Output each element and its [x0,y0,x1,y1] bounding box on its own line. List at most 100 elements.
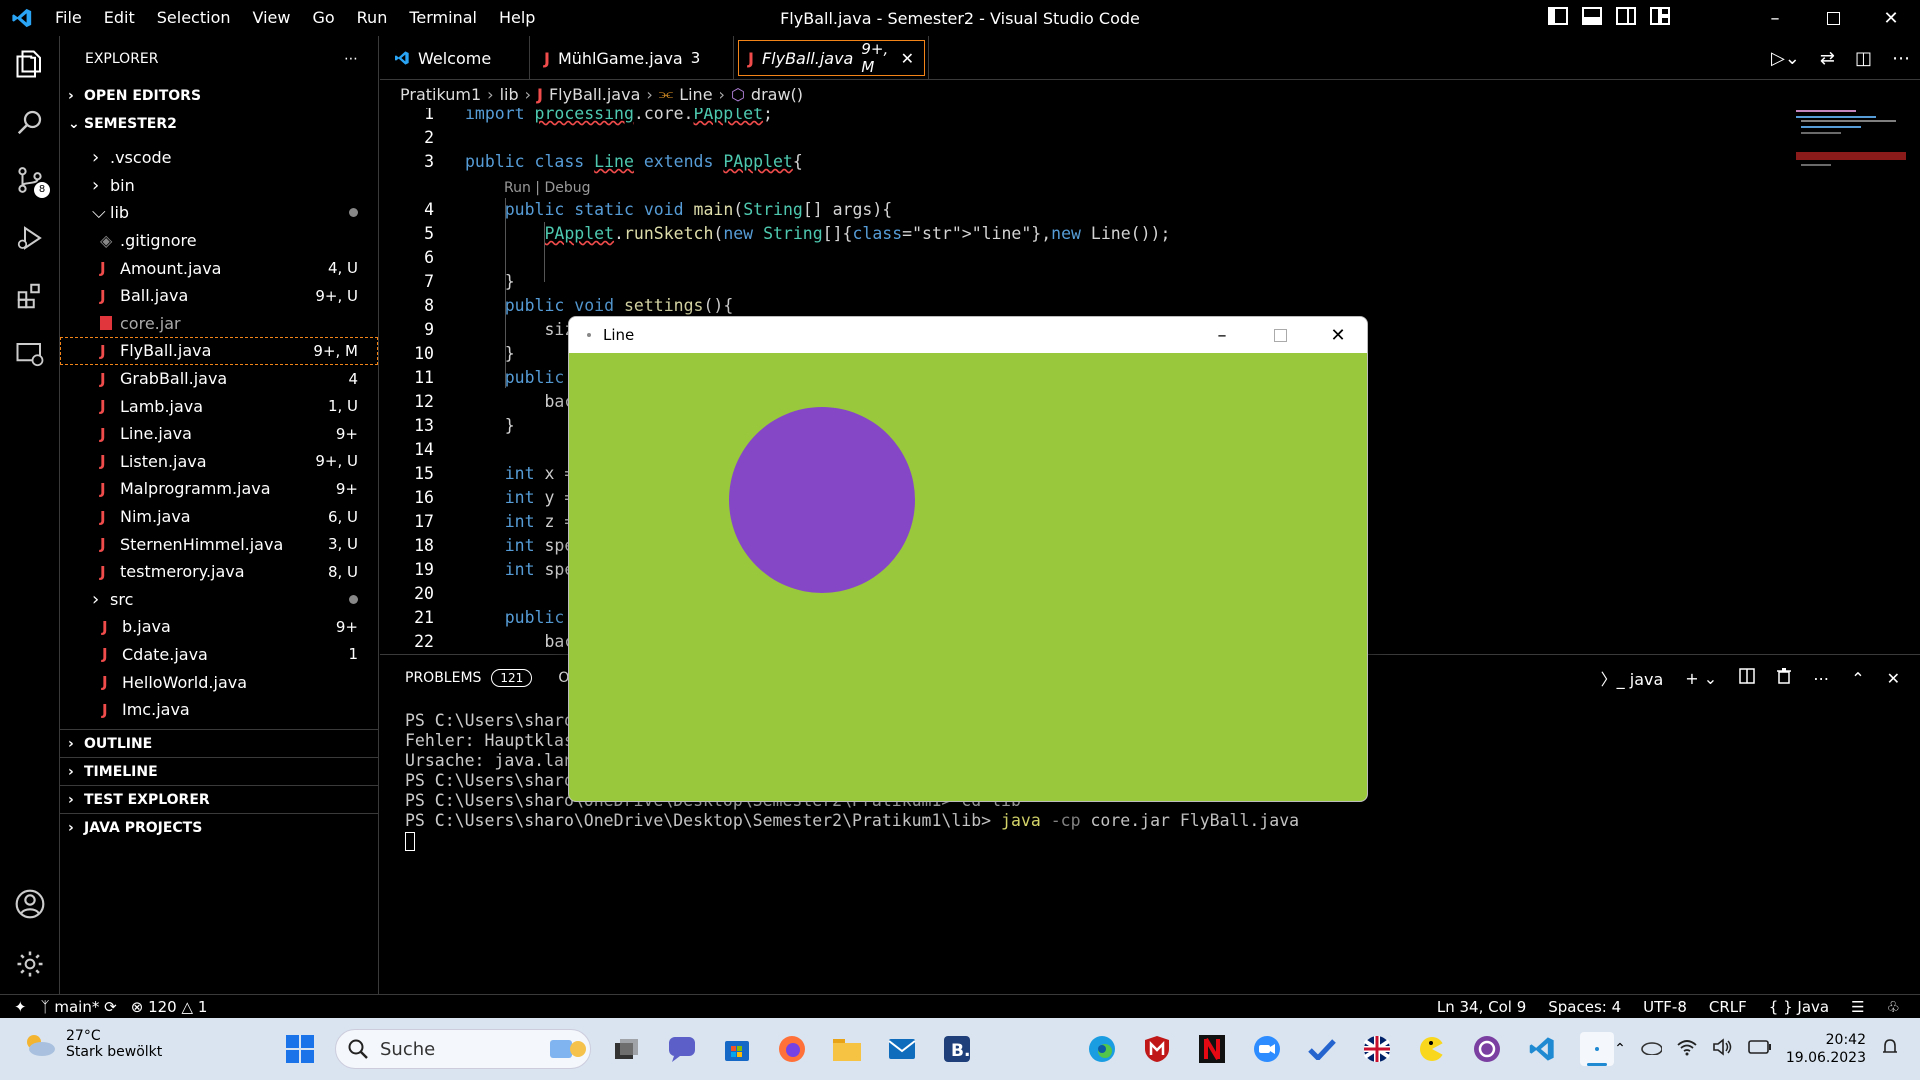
tree-file[interactable]: Jtestmerory.java 8, U [60,558,378,586]
tree-file[interactable]: J GrabBall.java 4 [60,365,378,393]
settings-gear-icon[interactable] [0,936,60,992]
tab-m-hlgame-java[interactable]: J MühlGame.java 3 [530,36,734,80]
tree-file[interactable]: J Amount.java 4, U [60,254,378,282]
open-changes-icon[interactable]: ⇄ [1820,48,1835,69]
more-actions-icon[interactable]: ⋯ [344,51,358,67]
booking-icon[interactable]: B. [929,1018,984,1080]
tree-folder[interactable]: › src [60,586,378,614]
menu-edit[interactable]: Edit [93,0,146,36]
extensions-icon[interactable] [0,268,60,324]
new-terminal-icon[interactable]: + ⌄ [1685,669,1717,688]
breadcrumb-item[interactable]: lib [500,85,519,104]
menu-help[interactable]: Help [488,0,546,36]
minimap[interactable] [1786,108,1906,188]
weather-widget[interactable]: 27°C Stark bewölkt [22,1028,162,1060]
toggle-primary-sidebar-icon[interactable] [1548,7,1568,29]
feedback-icon[interactable]: ☰ [1851,998,1864,1016]
tree-file[interactable]: J Ball.java 9+, U [60,282,378,310]
breadcrumb-item[interactable]: Pratikum1 [400,85,481,104]
tree-folder[interactable]: ⌵ lib [60,199,378,227]
customize-layout-icon[interactable] [1650,7,1670,29]
tab-flyball-java[interactable]: J FlyBall.java 9+, M ✕ [734,36,929,80]
sync-icon[interactable]: ⟳ [104,998,117,1016]
minimize-button[interactable]: – [1746,0,1804,36]
tree-file[interactable]: J HelloWorld.java [60,668,378,696]
tree-file[interactable]: J Cdate.java 1 [60,641,378,669]
close-panel-icon[interactable]: ✕ [1887,669,1900,688]
tree-file[interactable]: J FlyBall.java 9+, M [60,337,378,365]
tree-file[interactable]: J Line.java 9+ [60,420,378,448]
section-outline[interactable]: › OUTLINE [60,729,378,757]
toggle-secondary-sidebar-icon[interactable] [1616,7,1636,29]
menu-run[interactable]: Run [346,0,399,36]
vscode-taskbar-icon[interactable] [1514,1018,1569,1080]
file-explorer-icon[interactable] [819,1018,874,1080]
tab-welcome[interactable]: Welcome [380,36,530,80]
section-java-projects[interactable]: › JAVA PROJECTS [60,813,378,841]
sketch-close-button[interactable]: ✕ [1309,317,1367,353]
open-editors-section[interactable]: › OPEN EDITORS [60,82,378,110]
tree-file[interactable]: J SternenHimmel.java 3, U [60,530,378,558]
section-test-explorer[interactable]: › TEST EXPLORER [60,785,378,813]
accounts-icon[interactable] [0,876,60,932]
firefox-icon[interactable] [764,1018,819,1080]
menu-terminal[interactable]: Terminal [398,0,488,36]
more-actions-icon[interactable]: ⋯ [1892,48,1910,69]
pacman-icon[interactable] [1404,1018,1459,1080]
split-terminal-icon[interactable] [1739,668,1755,688]
terminal-selector[interactable]: 〉_ java [1601,666,1664,690]
zoom-icon[interactable] [1239,1018,1294,1080]
sketch-maximize-button[interactable] [1251,317,1309,353]
show-hidden-icons-chevron-icon[interactable]: ⌃ [1614,1041,1626,1057]
todo-icon[interactable] [1294,1018,1349,1080]
tree-file[interactable]: J Listen.java 9+, U [60,448,378,476]
tree-file[interactable]: JInt.java 3 [60,723,378,729]
github-icon[interactable] [1459,1018,1514,1080]
line-ending[interactable]: CRLF [1709,998,1747,1016]
language-mode[interactable]: { } Java [1769,998,1829,1016]
split-editor-icon[interactable]: ◫ [1855,48,1872,69]
tree-file[interactable]: core.jar [60,310,378,338]
clock[interactable]: 20:42 19.06.2023 [1786,1031,1866,1067]
maximize-panel-icon[interactable]: ⌃ [1851,669,1864,688]
menu-selection[interactable]: Selection [146,0,242,36]
close-button[interactable]: ✕ [1862,0,1920,36]
menu-go[interactable]: Go [301,0,345,36]
tree-folder[interactable]: › bin [60,172,378,200]
workspace-section[interactable]: ⌄ SEMESTER2 [60,110,378,138]
menu-view[interactable]: View [242,0,302,36]
tree-file[interactable]: J Nim.java 6, U [60,503,378,531]
mail-icon[interactable] [874,1018,929,1080]
chat-icon[interactable] [654,1018,709,1080]
onedrive-icon[interactable] [1640,1039,1663,1059]
trash-icon[interactable] [1777,668,1792,688]
encoding[interactable]: UTF-8 [1643,998,1687,1016]
battery-icon[interactable] [1748,1040,1772,1058]
microsoft-store-icon[interactable] [709,1018,764,1080]
more-icon[interactable]: ⋯ [1813,669,1829,688]
tree-file[interactable]: Jb.java 9+ [60,613,378,641]
remote-icon[interactable]: ✦ [14,998,27,1016]
explorer-icon[interactable] [0,36,60,92]
toggle-panel-icon[interactable] [1582,7,1602,29]
language-flag-icon[interactable] [1349,1018,1404,1080]
restore-button[interactable] [1804,0,1862,36]
netflix-icon[interactable] [1184,1018,1239,1080]
edge-icon[interactable] [1074,1018,1129,1080]
sketch-canvas[interactable] [569,353,1367,801]
tree-folder[interactable]: › .vscode [60,144,378,172]
mcafee-icon[interactable] [1129,1018,1184,1080]
codelens-run-debug[interactable]: Run | Debug [504,180,591,196]
taskbar-search[interactable]: Suche [335,1029,591,1069]
problems-tab[interactable]: PROBLEMS [405,670,481,686]
notifications-bell-icon[interactable]: ♧ [1887,998,1900,1016]
tree-file[interactable]: J Malprogramm.java 9+ [60,475,378,503]
notification-center-icon[interactable] [1880,1037,1900,1061]
wifi-icon[interactable] [1676,1038,1698,1060]
run-debug-icon[interactable] [0,210,60,266]
run-java-icon[interactable]: ▷⌄ [1771,48,1800,69]
problems-status[interactable]: ⊗ 120 △ 1 [131,998,208,1016]
breadcrumb-item[interactable]: Line [679,85,712,104]
section-timeline[interactable]: › TIMELINE [60,757,378,785]
cursor-position[interactable]: Ln 34, Col 9 [1437,998,1526,1016]
